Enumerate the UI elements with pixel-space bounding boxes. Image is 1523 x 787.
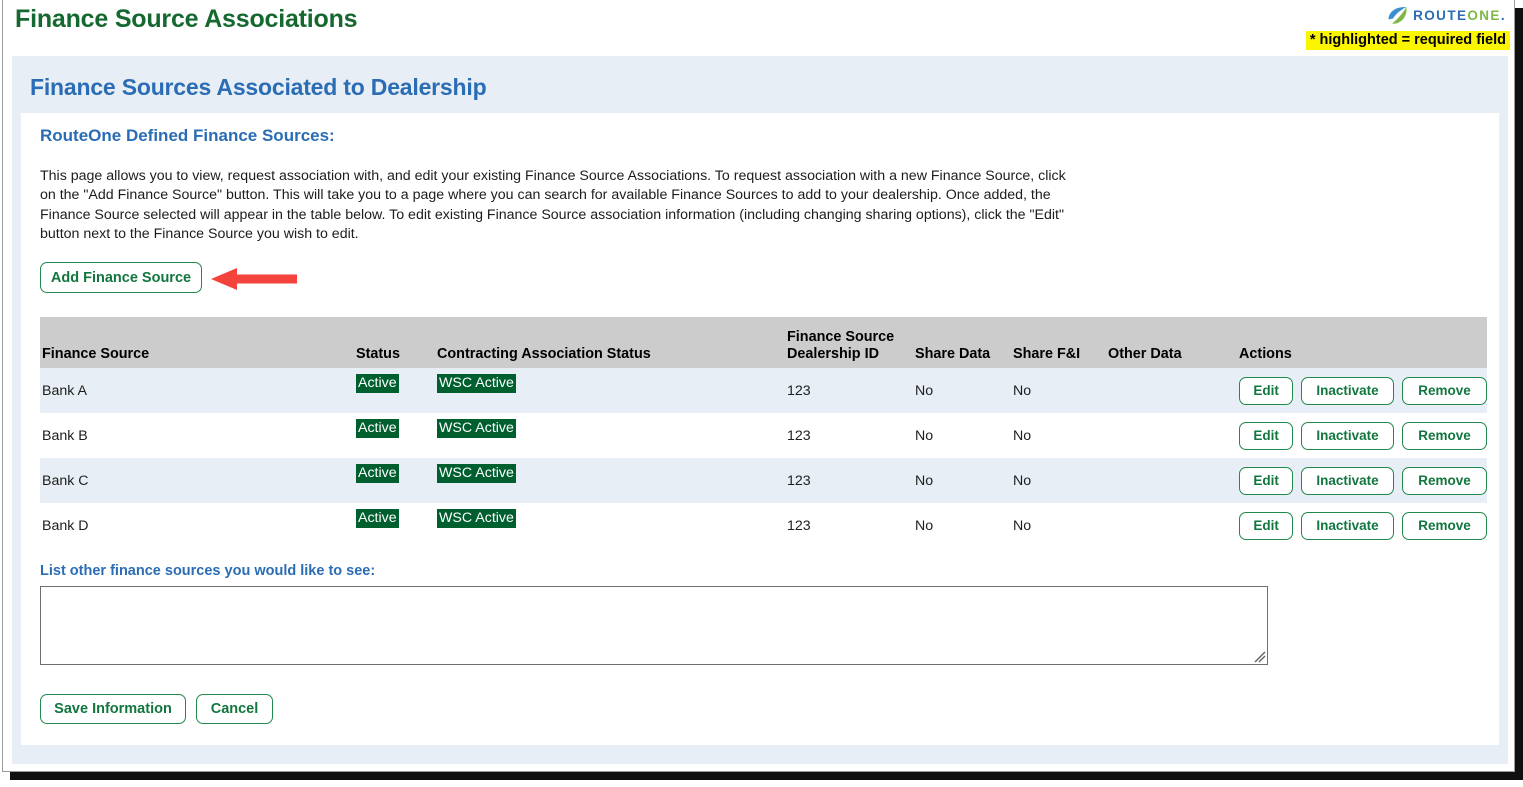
column-header-finance-source: Finance Source (40, 317, 356, 368)
routeone-leaf-icon (1387, 6, 1408, 25)
cell-contracting-association-status: WSC Active (437, 503, 787, 548)
cell-actions: Edit Inactivate Remove (1239, 413, 1487, 458)
routeone-logo: ROUTEONE. (1387, 6, 1506, 25)
left-arrow-annotation-icon (211, 268, 297, 290)
cell-other-data (1108, 413, 1239, 458)
column-header-share-data: Share Data (915, 317, 1013, 368)
edit-button[interactable]: Edit (1239, 376, 1294, 405)
cell-actions: Edit Inactivate Remove (1239, 458, 1487, 503)
cell-contracting-association-status: WSC Active (437, 413, 787, 458)
cell-status: Active (356, 503, 437, 548)
routeone-wordmark: ROUTEONE. (1413, 8, 1506, 23)
required-field-note: * highlighted = required field (1305, 31, 1510, 50)
cell-finance-source: Bank D (40, 503, 356, 548)
window-shadow-right (1515, 8, 1523, 780)
cell-finance-source: Bank C (40, 458, 356, 503)
column-header-actions: Actions (1239, 317, 1487, 368)
finance-sources-card: RouteOne Defined Finance Sources: This p… (21, 113, 1499, 745)
cancel-button[interactable]: Cancel (196, 694, 273, 724)
cell-share-fi: No (1013, 458, 1108, 503)
cell-finance-source: Bank B (40, 413, 356, 458)
finance-source-name: Bank A (42, 382, 87, 399)
column-header-contracting-association-status: Contracting Association Status (437, 317, 787, 368)
column-header-other-data: Other Data (1108, 317, 1239, 368)
status-badge: Active (356, 509, 399, 528)
column-header-status: Status (356, 317, 437, 368)
cell-share-data: No (915, 413, 1013, 458)
status-badge: Active (356, 419, 399, 438)
top-bar: Finance Source Associations ROUTEONE. * … (3, 0, 1514, 56)
status-badge: Active (356, 464, 399, 483)
table-header-row: Finance Source Status Contracting Associ… (40, 317, 1487, 368)
card-description: This page allows you to view, request as… (40, 168, 1066, 242)
cell-other-data (1108, 368, 1239, 413)
remove-button[interactable]: Remove (1401, 466, 1487, 495)
table-row: Bank B Active WSC Active 123 No No Edit … (40, 413, 1487, 458)
table-row: Bank C Active WSC Active 123 No No Edit … (40, 458, 1487, 503)
save-information-button[interactable]: Save Information (40, 694, 186, 724)
finance-source-name: Bank C (42, 472, 89, 489)
cell-contracting-association-status: WSC Active (437, 368, 787, 413)
contracting-status-badge: WSC Active (437, 374, 516, 393)
cell-actions: Edit Inactivate Remove (1239, 503, 1487, 548)
cell-dealership-id: 123 (787, 413, 915, 458)
edit-button[interactable]: Edit (1239, 511, 1294, 540)
inactivate-button[interactable]: Inactivate (1301, 376, 1394, 405)
column-header-dealership-id-line2: Dealership ID (787, 346, 879, 362)
cell-other-data (1108, 503, 1239, 548)
cell-share-data: No (915, 368, 1013, 413)
card-heading: RouteOne Defined Finance Sources: (40, 126, 335, 145)
remove-button[interactable]: Remove (1401, 376, 1487, 405)
table-row: Bank A Active WSC Active 123 No No Edit … (40, 368, 1487, 413)
cell-share-fi: No (1013, 413, 1108, 458)
cell-other-data (1108, 458, 1239, 503)
cell-share-fi: No (1013, 503, 1108, 548)
remove-button[interactable]: Remove (1401, 421, 1487, 450)
cell-share-data: No (915, 458, 1013, 503)
table-row: Bank D Active WSC Active 123 No No Edit … (40, 503, 1487, 548)
cell-contracting-association-status: WSC Active (437, 458, 787, 503)
remove-button[interactable]: Remove (1401, 511, 1487, 540)
other-sources-input[interactable] (40, 586, 1268, 665)
cell-dealership-id: 123 (787, 458, 915, 503)
inactivate-button[interactable]: Inactivate (1301, 466, 1394, 495)
other-sources-label: List other finance sources you would lik… (40, 563, 376, 579)
contracting-status-badge: WSC Active (437, 509, 516, 528)
panel-heading: Finance Sources Associated to Dealership (30, 74, 487, 100)
logo-text-dot: . (1500, 8, 1506, 23)
cell-share-fi: No (1013, 368, 1108, 413)
contracting-status-badge: WSC Active (437, 419, 516, 438)
logo-text-route: ROUTE (1413, 8, 1468, 23)
contracting-status-badge: WSC Active (437, 464, 516, 483)
finance-source-name: Bank D (42, 517, 89, 534)
table-header: Finance Source Status Contracting Associ… (40, 317, 1487, 368)
cell-actions: Edit Inactivate Remove (1239, 368, 1487, 413)
cell-status: Active (356, 413, 437, 458)
inactivate-button[interactable]: Inactivate (1301, 421, 1394, 450)
edit-button[interactable]: Edit (1239, 466, 1294, 495)
cell-finance-source: Bank A (40, 368, 356, 413)
status-badge: Active (356, 374, 399, 393)
cell-dealership-id: 123 (787, 503, 915, 548)
finance-source-name: Bank B (42, 427, 88, 444)
column-header-dealership-id-line1: Finance Source (787, 329, 895, 345)
cell-status: Active (356, 368, 437, 413)
cell-status: Active (356, 458, 437, 503)
logo-text-one: ONE (1467, 8, 1501, 23)
content-panel: Finance Sources Associated to Dealership… (12, 56, 1508, 764)
column-header-finance-source-dealership-id: Finance Source Dealership ID (787, 317, 915, 368)
finance-sources-table: Finance Source Status Contracting Associ… (40, 317, 1487, 548)
cell-share-data: No (915, 503, 1013, 548)
column-header-share-fi: Share F&I (1013, 317, 1108, 368)
inactivate-button[interactable]: Inactivate (1301, 511, 1394, 540)
window-frame: Finance Source Associations ROUTEONE. * … (2, 0, 1515, 772)
add-finance-source-button[interactable]: Add Finance Source (40, 262, 202, 293)
app-screen: Finance Source Associations ROUTEONE. * … (0, 0, 1523, 787)
window-shadow-bottom (10, 772, 1523, 780)
cell-dealership-id: 123 (787, 368, 915, 413)
table-body: Bank A Active WSC Active 123 No No Edit … (40, 368, 1487, 548)
edit-button[interactable]: Edit (1239, 421, 1294, 450)
page-title: Finance Source Associations (15, 5, 358, 33)
